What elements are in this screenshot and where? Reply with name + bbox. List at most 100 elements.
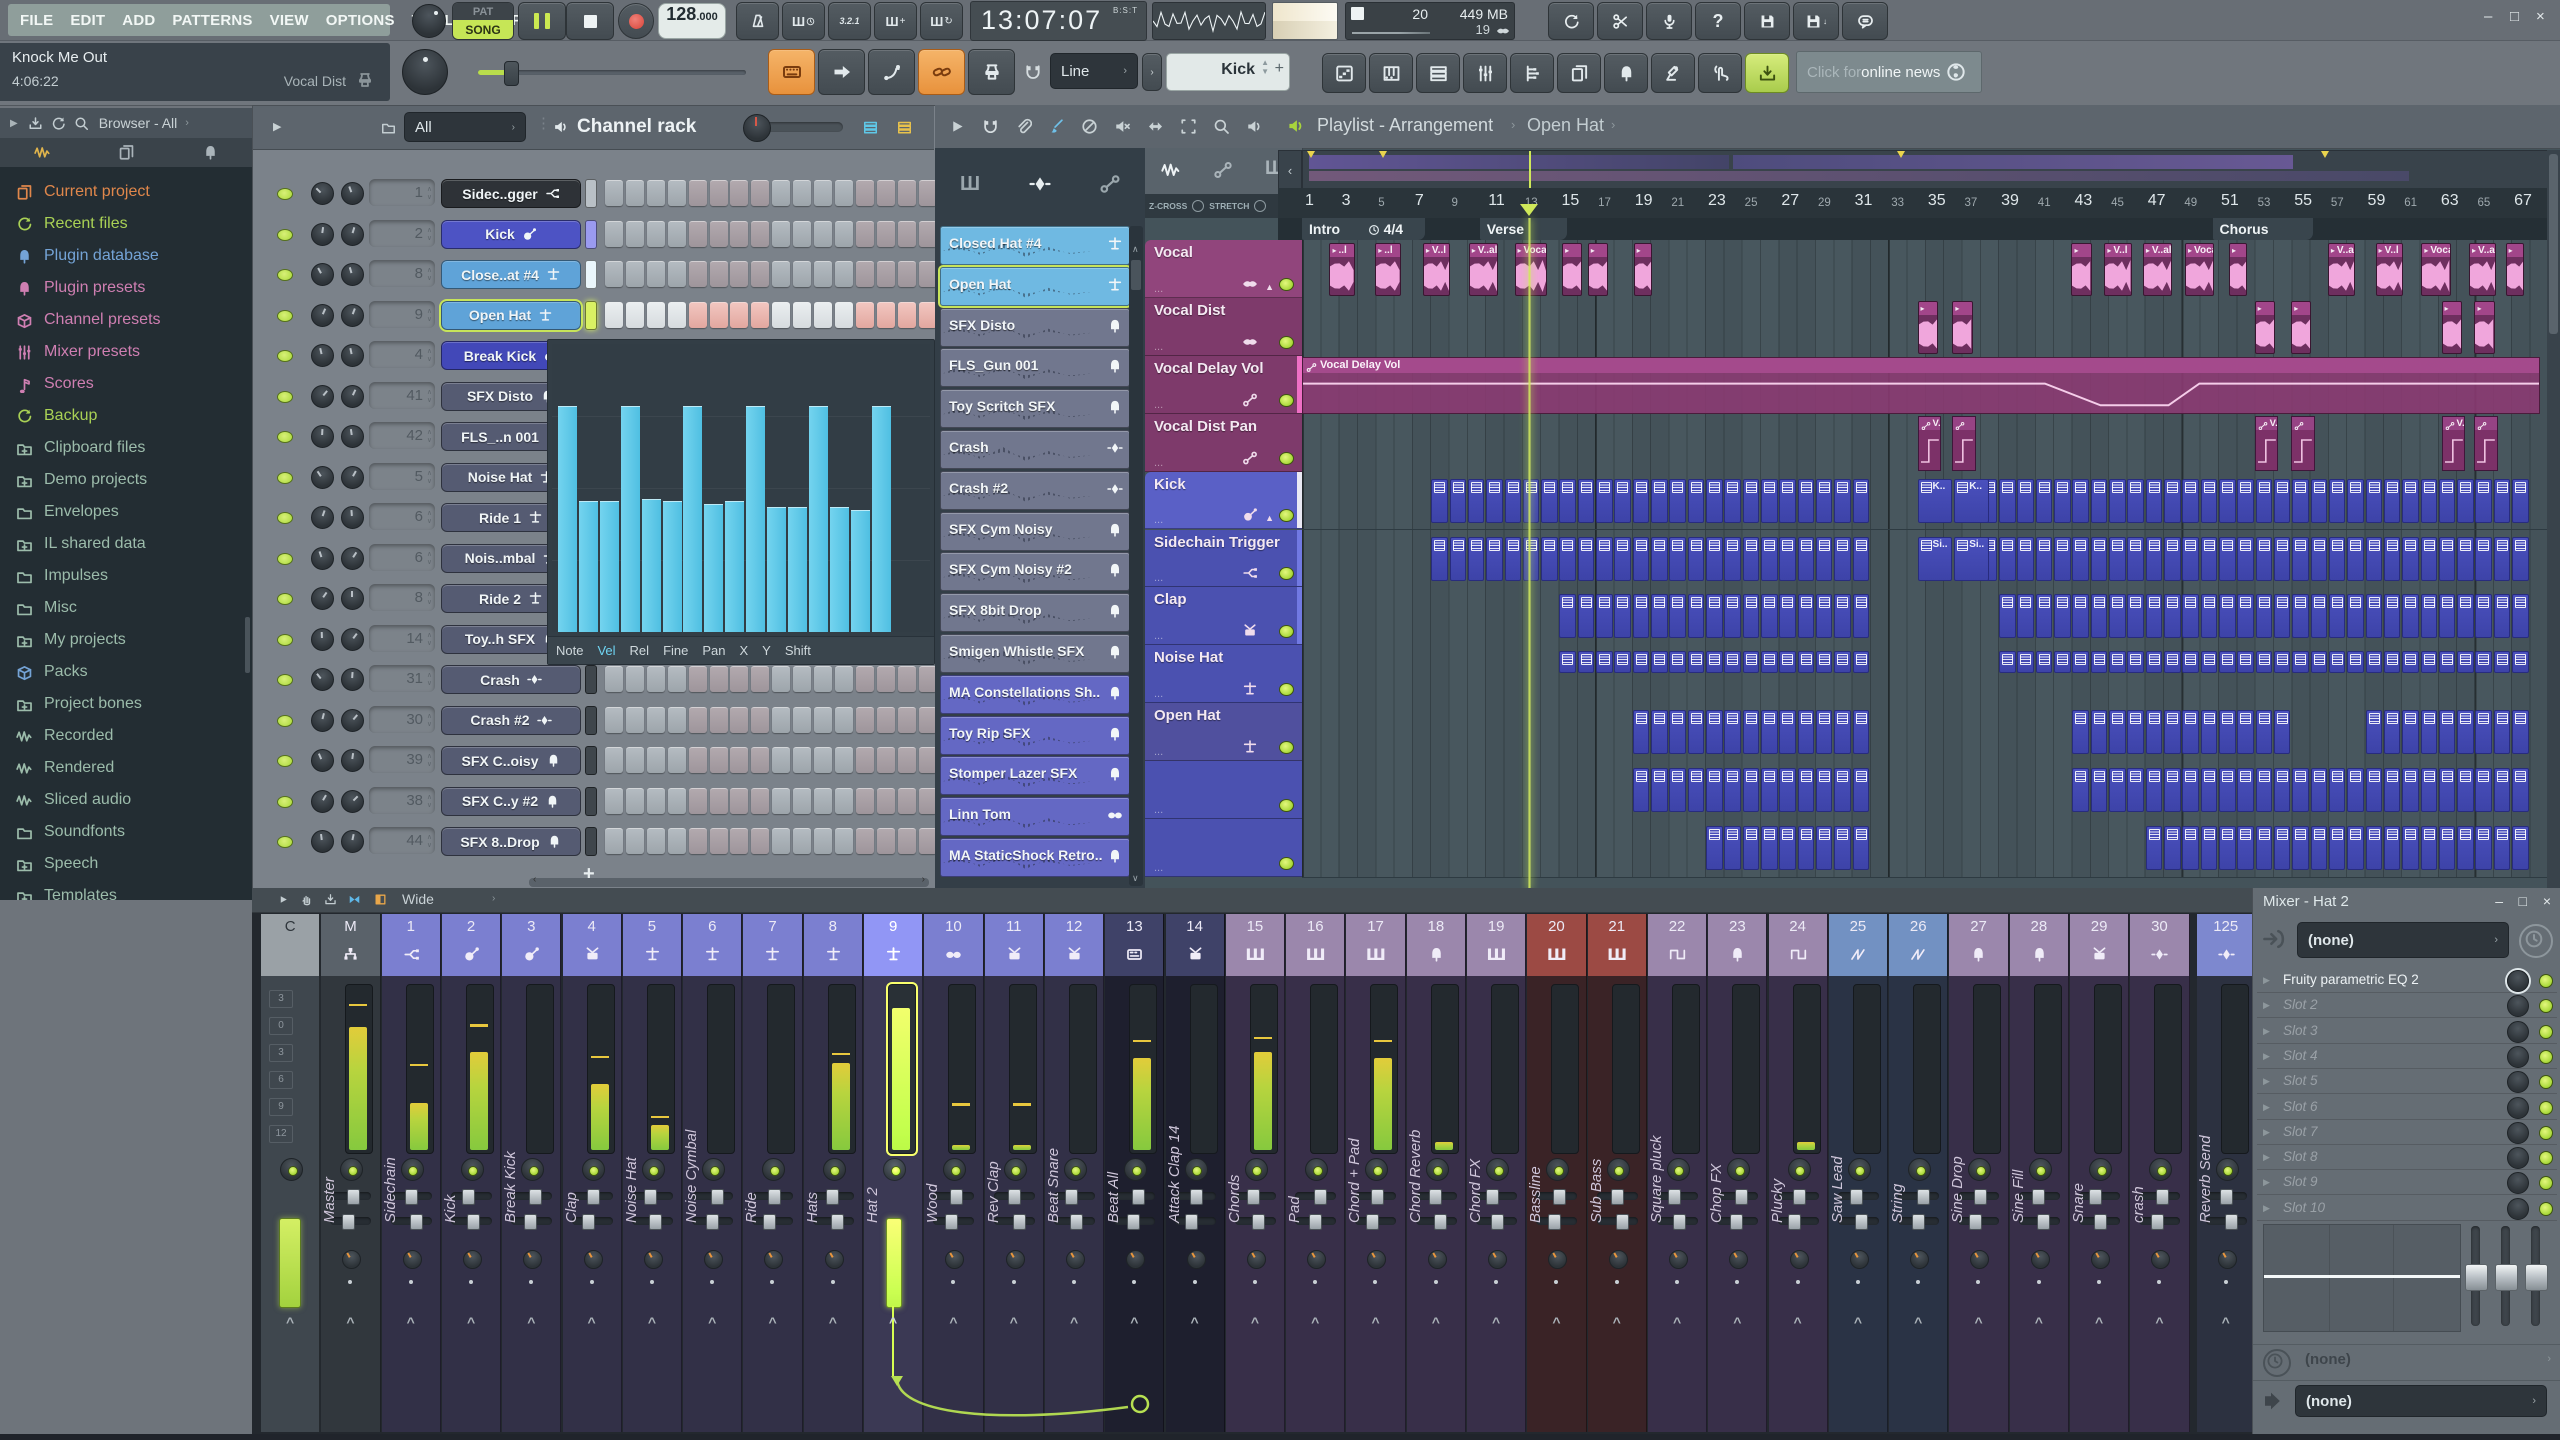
pattern-clip[interactable]: [1724, 594, 1741, 639]
step-cell[interactable]: [751, 180, 770, 206]
mini-handle[interactable]: [1366, 1214, 1380, 1230]
pattern-clip[interactable]: [1651, 710, 1668, 755]
mode-automation-icon[interactable]: [1213, 160, 1233, 180]
pattern-clip[interactable]: [2457, 536, 2474, 581]
channel-enable-led[interactable]: [277, 836, 293, 848]
pattern-clip[interactable]: [1999, 536, 2016, 581]
menu-patterns[interactable]: PATTERNS: [172, 12, 252, 29]
pattern-clip[interactable]: [1614, 651, 1631, 674]
step-cell[interactable]: [772, 180, 791, 206]
pattern-clip[interactable]: [1449, 478, 1467, 523]
strip-header[interactable]: 14: [1165, 914, 1224, 976]
strip-sep-knob[interactable]: [1849, 1250, 1869, 1269]
step-cell[interactable]: [646, 828, 665, 854]
mini-handle[interactable]: [461, 1189, 475, 1205]
step-cell[interactable]: [876, 180, 895, 206]
link-button[interactable]: [918, 49, 965, 95]
pattern-clip[interactable]: [2310, 478, 2328, 523]
pattern-clip[interactable]: [2347, 651, 2364, 674]
browser-item-plugin-presets[interactable]: Plugin presets: [0, 273, 252, 303]
pattern-clip[interactable]: [2512, 651, 2529, 674]
pattern-clip[interactable]: [2475, 768, 2492, 813]
pattern-clip[interactable]: [1724, 478, 1741, 523]
pattern-clip[interactable]: [2292, 768, 2309, 813]
strip-fader[interactable]: [1068, 984, 1097, 1154]
graph-tab-shift[interactable]: Shift: [785, 643, 811, 658]
fx-slot-2[interactable]: ▶ Slot 2: [2257, 993, 2557, 1019]
pattern-clip[interactable]: [1834, 710, 1851, 755]
channel-button-close-at-4[interactable]: Close..at #4: [441, 260, 581, 289]
pattern-clip[interactable]: [2219, 826, 2236, 870]
pattern-clip[interactable]: [2072, 768, 2089, 813]
channel-volume-knob[interactable]: [341, 182, 364, 205]
strip-header[interactable]: 16 Ш: [1286, 914, 1345, 976]
step-cell[interactable]: [709, 747, 728, 773]
pattern-clip[interactable]: [2090, 710, 2108, 755]
strip-pan-knob[interactable]: [1968, 1158, 1992, 1181]
pattern-clip[interactable]: [2219, 768, 2236, 813]
pattern-clip[interactable]: [2457, 651, 2474, 674]
strip-header[interactable]: 27: [1949, 914, 2008, 976]
strip-fader[interactable]: [1008, 984, 1037, 1154]
channel-volume-knob[interactable]: [341, 789, 364, 813]
strip-pan-knob[interactable]: [2028, 1158, 2052, 1181]
automation-clip[interactable]: [1952, 415, 1977, 471]
pattern-clip[interactable]: [1651, 478, 1668, 523]
channel-target-box[interactable]: 14 ∧ ∨: [369, 624, 435, 652]
strip-pan-knob[interactable]: [1666, 1158, 1690, 1181]
automation-clip[interactable]: V..: [1917, 415, 1942, 471]
channel-enable-led[interactable]: [277, 471, 293, 484]
pattern-clip[interactable]: [1614, 478, 1631, 523]
step-cell[interactable]: [897, 261, 916, 287]
graph-tab-rel[interactable]: Rel: [630, 643, 650, 658]
step-cell[interactable]: [772, 220, 791, 247]
strip-pan-knob[interactable]: [883, 1158, 906, 1181]
pattern-clip[interactable]: [2182, 651, 2199, 674]
pattern-clip[interactable]: [1504, 536, 1522, 581]
mini-handle[interactable]: [768, 1189, 782, 1205]
browser-item-soundfonts[interactable]: Soundfonts: [0, 817, 252, 847]
mini-handle[interactable]: [1433, 1214, 1447, 1230]
channel-enable-led[interactable]: [277, 390, 293, 403]
pattern-clip[interactable]: [2457, 594, 2474, 639]
pattern-clip[interactable]: [2475, 478, 2492, 523]
velocity-bar[interactable]: [850, 510, 870, 632]
strip-header[interactable]: 19 Ш: [1467, 914, 1526, 976]
channel-target-box[interactable]: 1 ∧ ∨: [369, 179, 435, 206]
step-cell[interactable]: [605, 261, 623, 287]
fx-input-clock[interactable]: [2519, 924, 2553, 958]
pattern-clip[interactable]: [1852, 710, 1870, 755]
pattern-clip[interactable]: [2512, 594, 2529, 639]
automation-clip[interactable]: [2291, 415, 2316, 471]
browser-item-misc[interactable]: Misc: [0, 593, 252, 623]
audio-clip[interactable]: ▸: [2228, 243, 2248, 296]
pattern-clip[interactable]: [2127, 594, 2144, 639]
pattern-clip[interactable]: [1724, 651, 1741, 674]
rack-hscrollbar[interactable]: ‹ ›: [529, 874, 929, 887]
strip-sep-knob[interactable]: [462, 1250, 482, 1269]
slot-mix-knob[interactable]: [2507, 1071, 2529, 1094]
pattern-clip[interactable]: [2475, 651, 2492, 674]
mini-handle[interactable]: [950, 1189, 964, 1205]
step-cell[interactable]: [688, 787, 707, 814]
step-cell[interactable]: [834, 828, 853, 854]
step-cell[interactable]: [918, 828, 937, 854]
pattern-clip[interactable]: [2438, 536, 2456, 581]
strip-sep-knob[interactable]: [1548, 1250, 1568, 1269]
pattern-clip[interactable]: [2054, 594, 2071, 639]
pattern-clip[interactable]: [1596, 536, 1613, 581]
step-cell[interactable]: [772, 787, 791, 814]
shuffle-slider[interactable]: [478, 61, 746, 86]
mute-tool-icon[interactable]: [1114, 118, 1131, 135]
channel-target-box[interactable]: 41 ∧ ∨: [369, 381, 435, 409]
news-button[interactable]: Click for online news: [1796, 51, 1982, 93]
pattern-clip[interactable]: [2035, 651, 2053, 674]
velocity-bar[interactable]: [641, 498, 661, 632]
slot-enable-led[interactable]: [2539, 1075, 2553, 1090]
pattern-clip[interactable]: [1761, 651, 1778, 674]
record-audio-button[interactable]: [1646, 2, 1692, 40]
strip-route-arrow[interactable]: ^: [442, 1314, 500, 1330]
channel-pan-knob[interactable]: [311, 546, 334, 570]
step-cell[interactable]: [730, 301, 749, 328]
strip-pan-knob[interactable]: [1184, 1158, 1208, 1181]
